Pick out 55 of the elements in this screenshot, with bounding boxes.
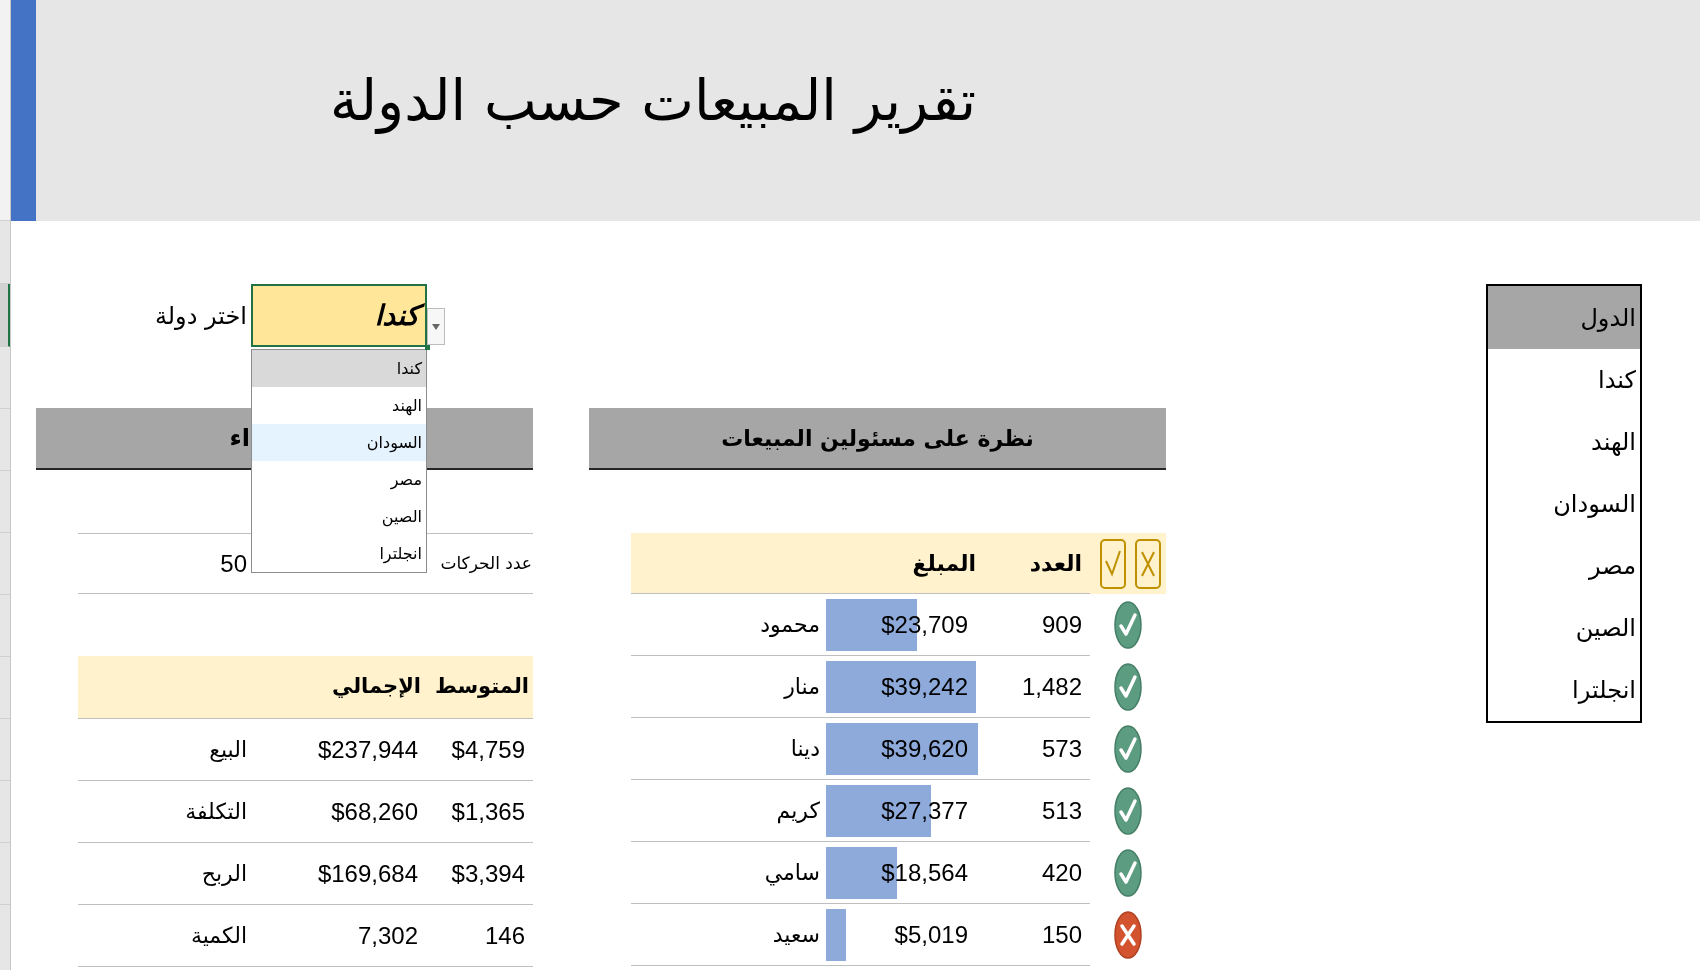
table-cell-text: $5,019 [894,919,968,950]
dropdown-arrow-button[interactable] [427,308,445,345]
rep-name: محمود [760,611,820,639]
rep-name: منار [784,673,820,701]
rep-name: سعيد [772,921,820,949]
column-header: المتوسط [434,673,529,701]
table-cell-text: 1,482 [1021,671,1082,702]
table-cell-text: 146 [484,920,525,951]
country-cell-text: كندا [1597,365,1637,396]
table-cell-text: $23,709 [881,609,968,640]
column-header: العدد [1029,549,1082,578]
rep-name: دينا [790,735,820,763]
rep-name: كريم [776,797,820,826]
column-header: المبلغ [912,549,976,579]
table-cell-text: $3,394 [451,858,525,889]
table-cell-text: $39,620 [881,733,968,764]
rep-name: سامي [764,859,820,888]
table-cell-text: $1,365 [451,796,525,827]
section-title: اء [229,423,250,454]
table-cell-text: $27,377 [881,795,968,826]
transactions-label: عدد الحركات [440,551,532,575]
field-label: اختر دولة [154,300,247,332]
table-cell-text: $169,684 [317,858,418,889]
row-label: الكمية [190,922,247,950]
section-title: نظرة على مسئولين المبيعات [721,424,1034,454]
fill-handle-icon [425,345,430,350]
row-label: التكلفة [185,798,247,826]
list-header: الدول [1488,286,1640,349]
country-cell-text: السودان [1552,489,1637,520]
dropdown-option[interactable]: السودان [252,424,426,461]
table-cell-text: 573 [1041,733,1082,764]
transactions-count: 50 [220,548,247,579]
table-cell-text: $4,759 [451,734,525,765]
country-dropdown[interactable]: كندا [251,284,427,347]
x-box-icon [1135,538,1161,589]
table-cell-text: 7,302 [357,920,418,951]
table-cell-text: 513 [1041,795,1082,826]
row-label: الربح [201,860,247,888]
country-cell-text: الصين [1574,613,1637,644]
table-cell-text: $237,944 [317,734,418,765]
country-cell-text: انجلترا [1571,675,1637,706]
caret-icon [432,323,440,330]
country-cell-text: الهند [1590,427,1637,458]
checkbox-tick-icon [1100,538,1126,589]
table-cell-text: $18,564 [881,857,968,888]
dropdown-option[interactable]: كندا [252,350,426,387]
row-label: البيع [209,736,247,764]
country-cell-text: مصر [1587,551,1637,582]
report-title: تقرير المبيعات حسب الدولة [330,67,976,136]
table-cell-text: 150 [1041,919,1082,950]
column-header: الإجمالي [331,673,421,701]
table-cell-text: $39,242 [881,671,968,702]
table-cell-text: 909 [1041,609,1082,640]
table-cell-text: 420 [1041,857,1082,888]
table-cell-text: $68,260 [331,796,418,827]
